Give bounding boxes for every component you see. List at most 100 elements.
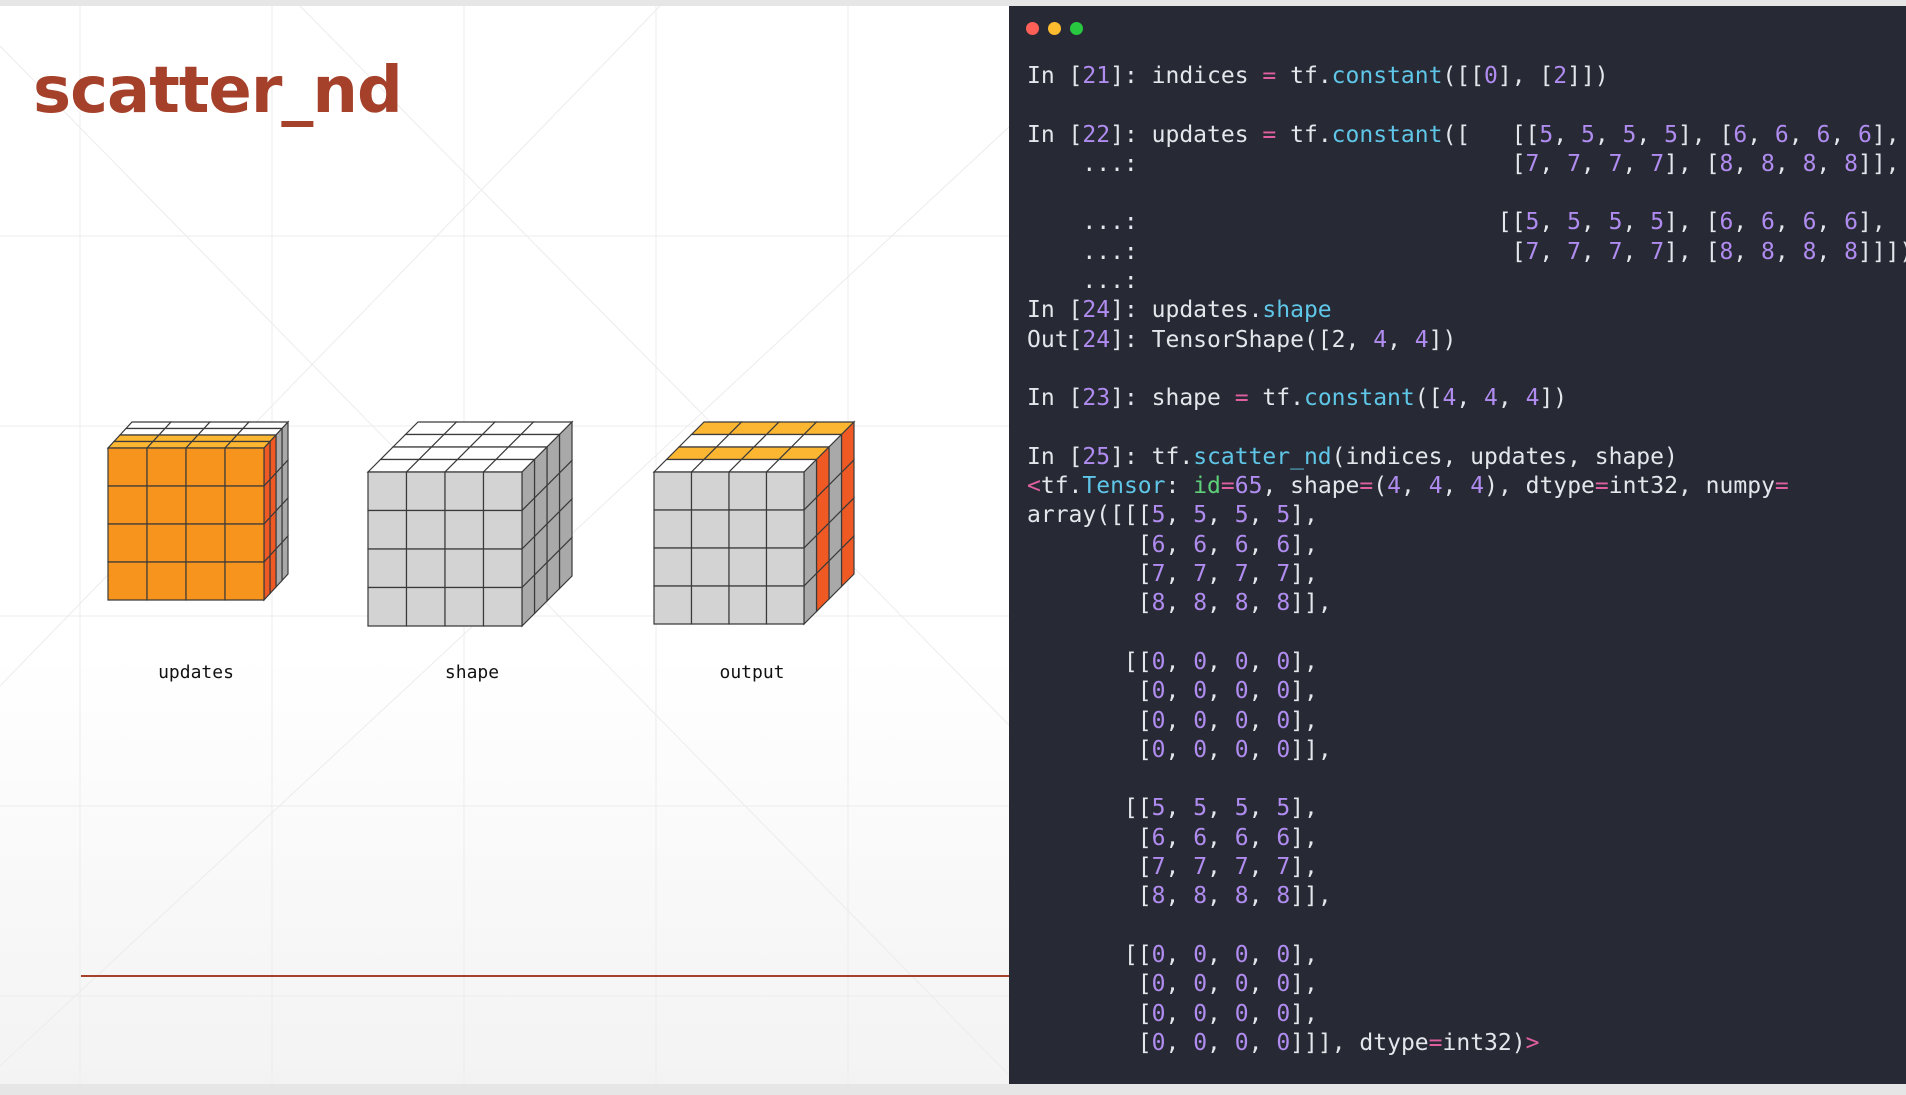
maximize-window-button[interactable] — [1070, 22, 1083, 35]
code-token: 0 — [1193, 1000, 1208, 1027]
code-token: [ — [1027, 1000, 1152, 1027]
code-token: tf. — [1248, 385, 1304, 412]
cube-side-cell — [281, 496, 289, 545]
code-token: , — [1497, 385, 1526, 412]
cube-side-cell — [275, 426, 283, 475]
code-token: ], [ — [1664, 150, 1720, 177]
code-token: , — [1816, 209, 1845, 236]
code-token: 7 — [1234, 854, 1249, 881]
terminal-line: [8, 8, 8, 8]], — [1027, 882, 1906, 911]
cube-front-cell — [653, 509, 693, 549]
code-token: 6 — [1733, 121, 1748, 148]
code-token: ]]) — [1567, 63, 1609, 89]
code-token: 8 — [1761, 150, 1775, 177]
code-token: = — [1774, 473, 1789, 500]
cube-front-cell — [224, 447, 265, 487]
code-token: ], — [1290, 854, 1318, 881]
code-token: 7 — [1276, 561, 1291, 588]
close-window-button[interactable] — [1026, 22, 1039, 35]
code-token: 0 — [1276, 707, 1291, 734]
cube-side-cell — [269, 471, 277, 520]
cube-front-cell — [107, 523, 148, 563]
code-token: , — [1207, 707, 1235, 734]
code-token: [ — [1027, 824, 1152, 851]
code-token: = — [1220, 473, 1235, 500]
cube-front-cell — [728, 509, 768, 549]
terminal-line: In [25]: tf.scatter_nd(indices, updates,… — [1027, 443, 1906, 472]
cube-top-cell — [151, 434, 200, 443]
code-token: ]], — [1857, 150, 1900, 177]
terminal-output[interactable]: In [21]: indices = tf.constant([[0], [2]… — [1027, 62, 1906, 1058]
code-token: ], — [1290, 795, 1318, 822]
code-token: , — [1165, 678, 1194, 705]
code-token: , — [1207, 531, 1235, 558]
code-token: 6 — [1844, 209, 1858, 236]
shape-label: shape — [444, 662, 500, 683]
code-token: 0 — [1193, 1029, 1208, 1056]
terminal-line: ...: — [1027, 267, 1906, 296]
terminal-line: [[0, 0, 0, 0], — [1027, 941, 1906, 970]
code-token: scatter_nd — [1193, 443, 1332, 470]
code-token: , — [1816, 150, 1845, 177]
shape-cube — [366, 420, 574, 628]
window-controls — [1026, 22, 1083, 35]
cube-top-cell — [190, 434, 239, 443]
cube-front-cell — [107, 447, 148, 487]
code-token: In [ — [1027, 121, 1083, 148]
code-token: , — [1207, 941, 1235, 968]
code-token: 8 — [1844, 238, 1858, 265]
updates-label: updates — [158, 662, 234, 683]
code-token: , — [1248, 854, 1277, 881]
code-token: 4 — [1387, 473, 1401, 500]
cube-front-cell — [146, 523, 187, 563]
code-token: ([[ — [1442, 63, 1484, 89]
code-token: In [ — [1027, 385, 1083, 412]
cube-front-cell — [107, 561, 148, 601]
code-token: [[ — [1027, 795, 1152, 822]
code-token: 6 — [1151, 824, 1166, 851]
code-token: , — [1248, 971, 1277, 998]
code-token: constant — [1331, 63, 1443, 89]
cube-side-cell — [275, 464, 283, 513]
code-token: ]: updates. — [1110, 297, 1263, 324]
cube-top-cell — [157, 427, 206, 436]
code-token: 6 — [1151, 531, 1166, 558]
code-token: 6 — [1276, 531, 1291, 558]
code-token: ], — [1290, 707, 1318, 734]
code-token: = — [1594, 473, 1609, 500]
code-token: 5 — [1193, 502, 1208, 529]
code-token: ]) — [1539, 385, 1568, 412]
code-token: 4 — [1484, 385, 1498, 412]
cube-front-cell — [405, 471, 446, 512]
cube-front-cell — [107, 485, 148, 525]
cube-front-cell — [690, 585, 730, 625]
code-token: [ — [1027, 971, 1152, 998]
code-token: , — [1248, 1000, 1277, 1027]
code-token: 5 — [1567, 209, 1581, 236]
code-token: 5 — [1580, 121, 1595, 148]
code-token: 7 — [1234, 561, 1249, 588]
minimize-window-button[interactable] — [1048, 22, 1061, 35]
cube-front-cell — [224, 561, 265, 601]
code-token: 0 — [1276, 648, 1291, 675]
code-token: 0 — [1234, 707, 1249, 734]
code-token: 0 — [1276, 1029, 1291, 1056]
cube-front-cell — [146, 561, 187, 601]
cube-top-cell — [241, 421, 290, 430]
cube-side-cell — [281, 420, 289, 469]
cube-top-cell — [112, 434, 161, 443]
code-token: , — [1248, 590, 1277, 617]
cube-side-cell — [281, 534, 289, 583]
code-token: , — [1594, 121, 1623, 148]
terminal-line: [6, 6, 6, 6], — [1027, 824, 1906, 853]
code-token: 6 — [1816, 121, 1831, 148]
code-token: 5 — [1151, 795, 1166, 822]
terminal-line: ...: [7, 7, 7, 7], [8, 8, 8, 8]]]) — [1027, 238, 1906, 267]
cube-front-cell — [405, 548, 446, 589]
code-token: 6 — [1719, 209, 1734, 236]
code-token: = — [1359, 473, 1374, 500]
code-token: 5 — [1650, 209, 1665, 236]
code-token: , — [1830, 121, 1859, 148]
